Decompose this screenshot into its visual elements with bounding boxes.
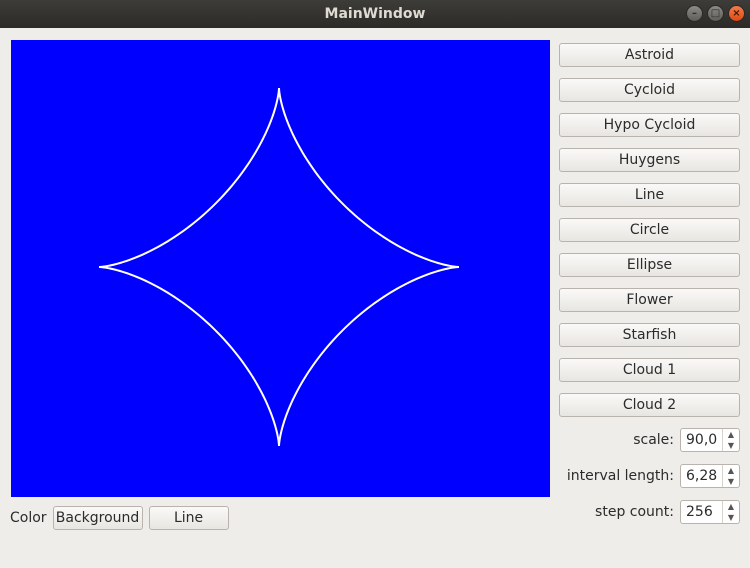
color-label: Color	[10, 509, 47, 526]
interval-value[interactable]: 6,28	[681, 465, 722, 487]
chevron-down-icon[interactable]: ▼	[723, 512, 739, 523]
cycloid-button[interactable]: Cycloid	[559, 78, 740, 102]
line-color-button[interactable]: Line	[148, 505, 229, 530]
cloud-1-button[interactable]: Cloud 1	[559, 358, 740, 382]
cloud-2-button[interactable]: Cloud 2	[559, 393, 740, 417]
chevron-up-icon[interactable]: ▲	[723, 465, 739, 476]
steps-row: step count: 256 ▲ ▼	[595, 500, 740, 524]
steps-value[interactable]: 256	[681, 501, 722, 523]
scale-value[interactable]: 90,0	[681, 429, 722, 451]
color-row: Color Background Line	[10, 505, 229, 530]
chevron-down-icon[interactable]: ▼	[723, 476, 739, 487]
steps-spinbox[interactable]: 256 ▲ ▼	[680, 500, 740, 524]
scale-spinbox[interactable]: 90,0 ▲ ▼	[680, 428, 740, 452]
minimize-icon[interactable]: –	[686, 5, 703, 22]
close-icon[interactable]: ×	[728, 5, 745, 22]
starfish-button[interactable]: Starfish	[559, 323, 740, 347]
steps-label: step count:	[595, 504, 674, 520]
ellipse-button[interactable]: Ellipse	[559, 253, 740, 277]
scale-label: scale:	[633, 432, 674, 448]
chevron-up-icon[interactable]: ▲	[723, 501, 739, 512]
hypo-cycloid-button[interactable]: Hypo Cycloid	[559, 113, 740, 137]
astroid-button[interactable]: Astroid	[559, 43, 740, 67]
chevron-down-icon[interactable]: ▼	[723, 440, 739, 451]
chevron-up-icon[interactable]: ▲	[723, 429, 739, 440]
interval-label: interval length:	[566, 468, 674, 484]
astroid-curve	[99, 88, 459, 446]
title-bar: MainWindow – □ ×	[0, 0, 750, 28]
window-title: MainWindow	[324, 6, 426, 22]
interval-spinbox[interactable]: 6,28 ▲ ▼	[680, 464, 740, 488]
circle-button[interactable]: Circle	[559, 218, 740, 242]
background-color-button[interactable]: Background	[52, 505, 143, 530]
huygens-button[interactable]: Huygens	[559, 148, 740, 172]
interval-row: interval length: 6,28 ▲ ▼	[567, 464, 740, 488]
curve-button-panel: Astroid Cycloid Hypo Cycloid Huygens Lin…	[559, 43, 740, 428]
curve-svg	[99, 88, 459, 446]
scale-row: scale: 90,0 ▲ ▼	[633, 428, 740, 452]
window-controls: – □ ×	[686, 5, 745, 22]
drawing-canvas	[11, 40, 550, 497]
maximize-icon[interactable]: □	[707, 5, 724, 22]
line-curve-button[interactable]: Line	[559, 183, 740, 207]
flower-button[interactable]: Flower	[559, 288, 740, 312]
